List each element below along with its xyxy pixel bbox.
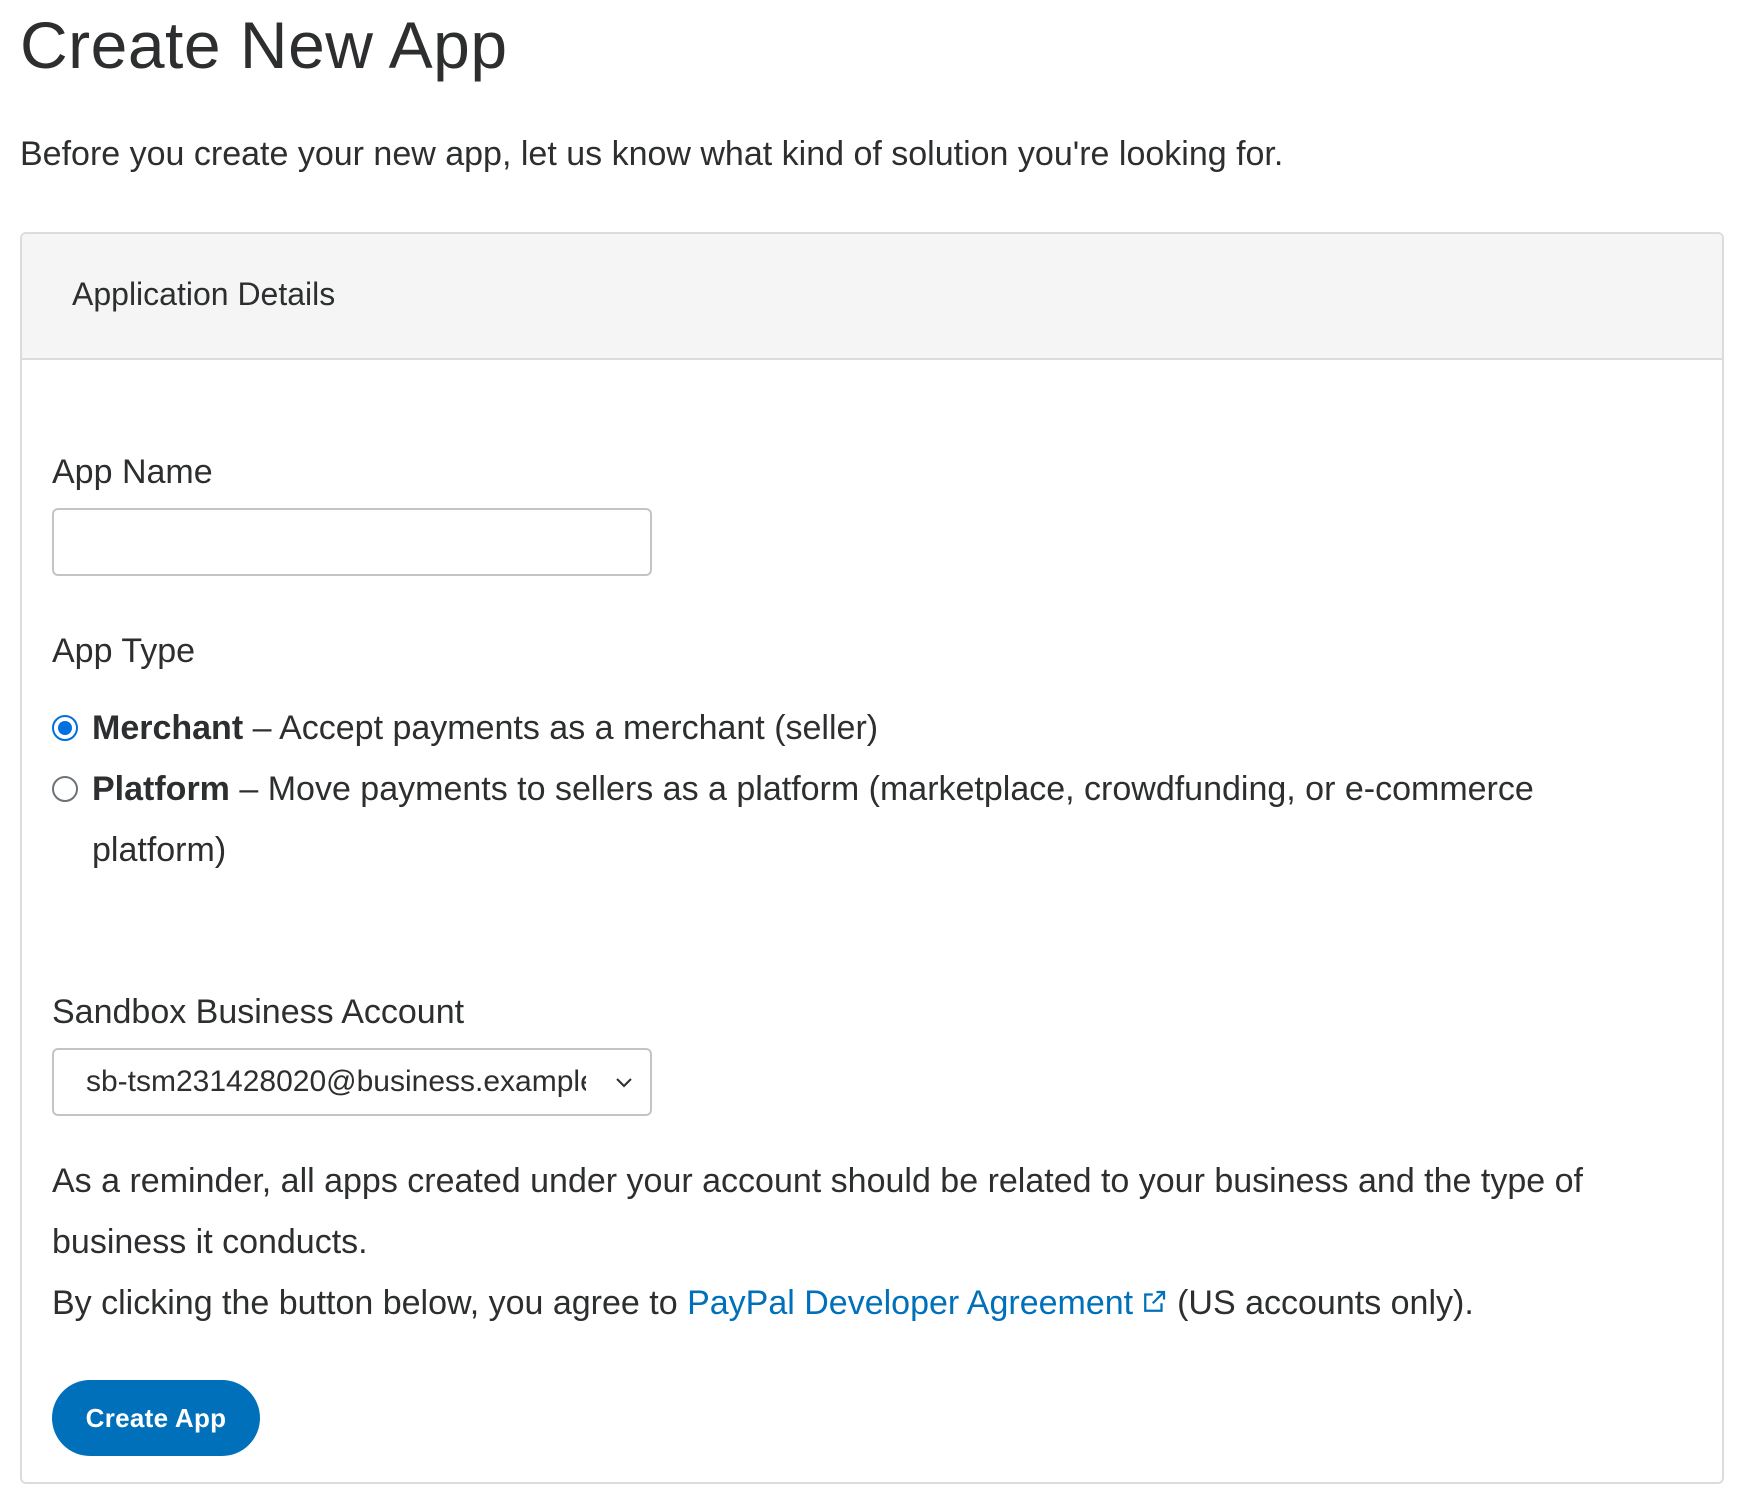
merchant-option-description: – Accept payments as a merchant (seller)	[243, 709, 879, 747]
panel-header-title: Application Details	[72, 276, 336, 312]
platform-option-name: Platform	[92, 770, 230, 808]
developer-agreement-link[interactable]: PayPal Developer Agreement	[687, 1284, 1133, 1322]
sandbox-account-select[interactable]: sb-tsm231428020@business.example.com	[52, 1048, 652, 1116]
app-type-option-platform[interactable]: Platform – Move payments to sellers as a…	[52, 759, 1612, 881]
external-link-icon	[1144, 1290, 1166, 1312]
chevron-down-icon	[616, 1078, 632, 1088]
agreement-prefix: By clicking the button below, you agree …	[52, 1284, 688, 1322]
create-app-button[interactable]: Create App	[52, 1380, 260, 1456]
merchant-radio[interactable]	[52, 715, 78, 741]
page-title: Create New App	[20, 8, 508, 82]
sandbox-account-selected-value: sb-tsm231428020@business.example.com	[86, 1065, 586, 1098]
platform-option-text: Platform – Move payments to sellers as a…	[92, 759, 1612, 881]
intro-text: Before you create your new app, let us k…	[20, 135, 1284, 173]
merchant-option-name: Merchant	[92, 709, 244, 747]
merchant-option-text: Merchant – Accept payments as a merchant…	[92, 698, 1612, 759]
agreement-suffix: (US accounts only).	[1177, 1284, 1474, 1322]
panel-header: Application Details	[22, 234, 1722, 360]
sandbox-account-label: Sandbox Business Account	[52, 993, 465, 1031]
app-name-input[interactable]	[52, 508, 652, 576]
platform-option-description: – Move payments to sellers as a platform…	[92, 770, 1534, 869]
app-name-label: App Name	[52, 453, 213, 491]
app-type-option-merchant[interactable]: Merchant – Accept payments as a merchant…	[52, 698, 1612, 759]
reminder-text: As a reminder, all apps created under yo…	[52, 1162, 1583, 1261]
app-type-label: App Type	[52, 632, 196, 670]
platform-radio[interactable]	[52, 776, 78, 802]
agreement-text: By clicking the button below, you agree …	[52, 1273, 1672, 1334]
